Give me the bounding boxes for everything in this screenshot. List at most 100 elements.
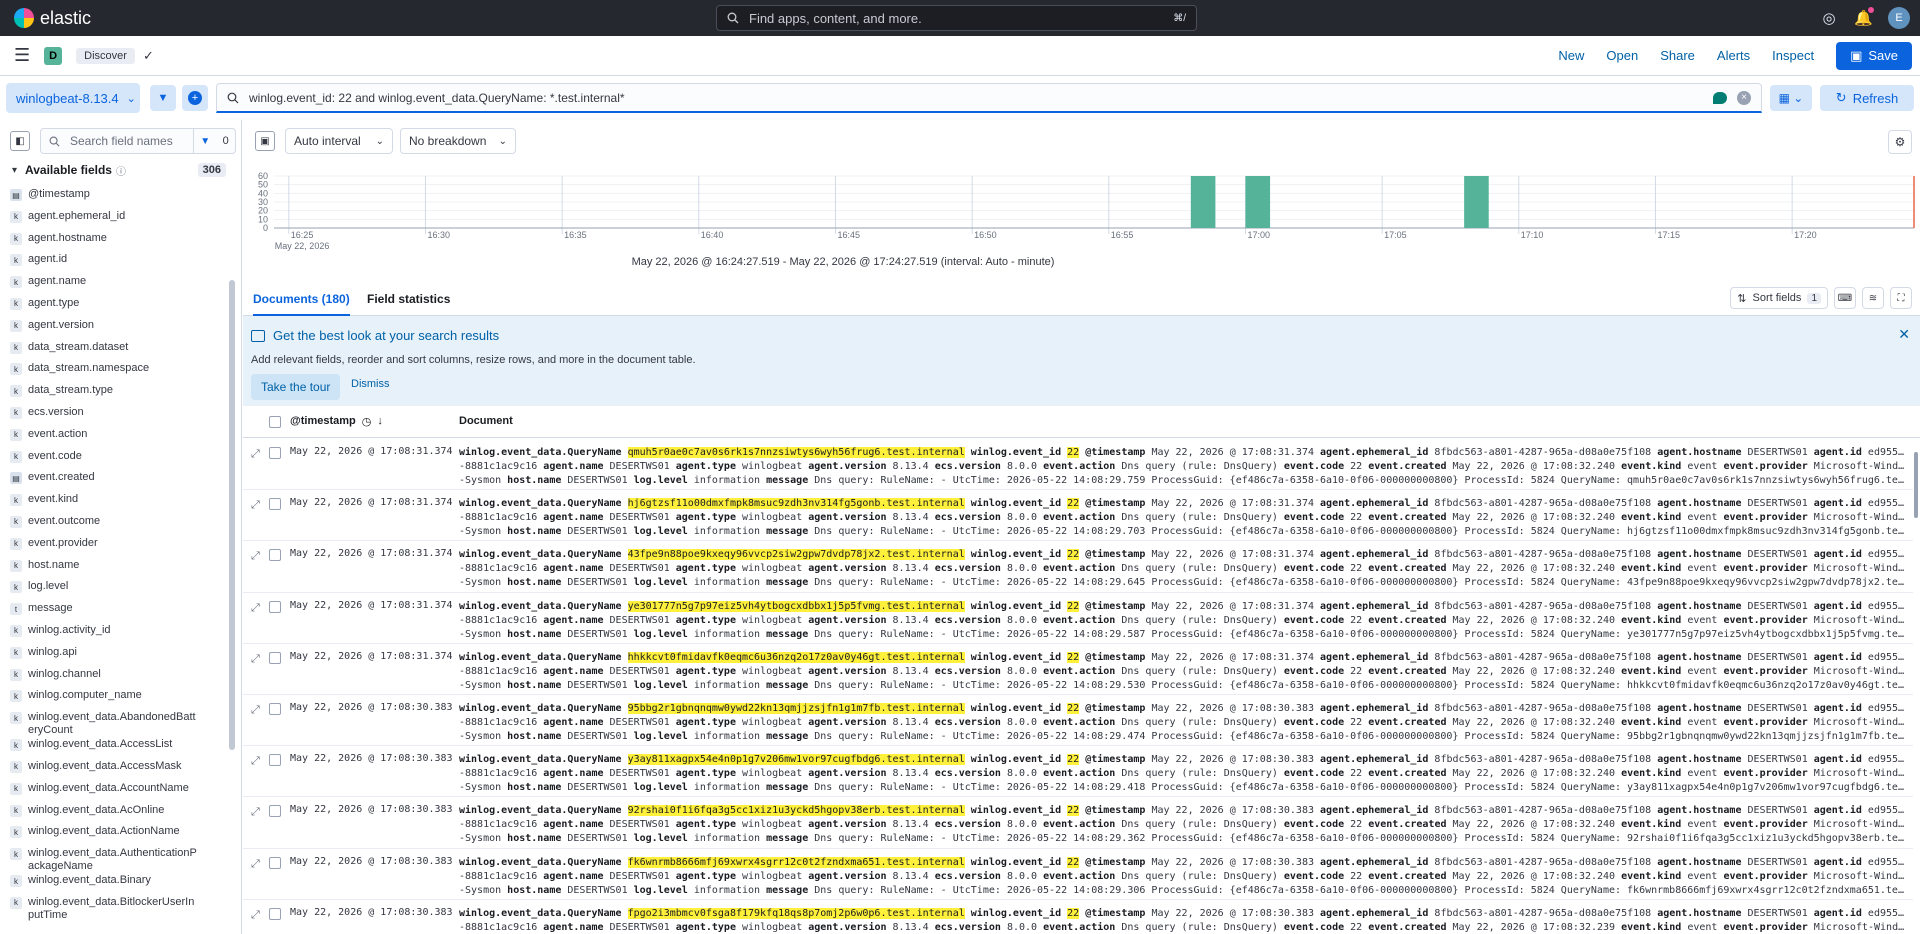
expand-icon[interactable]: ⤢ [251,909,260,922]
field-item[interactable]: k winlog.event_data.AuthenticationPackage… [0,846,228,873]
field-item[interactable]: k winlog.event_data.AbandonedBatteryCount [0,710,228,737]
field-item[interactable]: k agent.hostname [0,231,228,253]
field-item[interactable]: k event.code [0,449,228,471]
field-item[interactable]: k data_stream.type [0,383,228,405]
field-item[interactable]: k winlog.activity_id [0,623,228,645]
breadcrumb-discover[interactable]: Discover [76,47,135,64]
table-row[interactable]: ⤢ May 22, 2026 @ 17:08:31.374 winlog.eve… [243,439,1913,491]
save-button[interactable]: ▣ Save [1836,41,1912,70]
display-settings-icon[interactable]: ≋ [1862,287,1884,309]
field-item[interactable]: k log.level [0,579,228,601]
field-item[interactable]: k winlog.event_data.AccessList [0,737,228,759]
field-item[interactable]: k winlog.api [0,645,228,667]
expand-icon[interactable]: ⤢ [251,448,260,461]
field-item[interactable]: k winlog.event_data.Binary [0,873,228,895]
clear-icon[interactable]: × [1737,90,1751,105]
expand-icon[interactable]: ⤢ [251,858,260,871]
field-item[interactable]: k winlog.event_data.AccountName [0,781,228,803]
share-link[interactable]: Share [1660,48,1695,63]
field-item[interactable]: k agent.ephemeral_id [0,209,228,231]
table-row[interactable]: ⤢ May 22, 2026 @ 17:08:30.383 winlog.eve… [243,900,1913,934]
field-item[interactable]: k agent.id [0,252,228,274]
field-item[interactable]: k event.action [0,427,228,449]
field-item[interactable]: k agent.type [0,296,228,318]
table-row[interactable]: ⤢ May 22, 2026 @ 17:08:31.374 winlog.eve… [243,644,1913,695]
date-picker-button[interactable]: ▦ ⌄ [1770,85,1812,111]
field-item[interactable]: k winlog.channel [0,667,228,689]
table-scrollbar[interactable] [1914,452,1918,518]
row-checkbox[interactable] [269,856,281,869]
table-row[interactable]: ⤢ May 22, 2026 @ 17:08:31.374 winlog.eve… [243,541,1913,593]
available-fields-header[interactable]: ▾ Available fields ⓘ 306 [0,160,242,180]
table-row[interactable]: ⤢ May 22, 2026 @ 17:08:30.383 winlog.eve… [243,797,1913,849]
row-checkbox[interactable] [269,907,281,920]
collapse-chart-icon[interactable]: ▣ [255,131,275,151]
filter-menu-button[interactable]: ▼ [150,85,176,111]
tab-field-statistics[interactable]: Field statistics [367,282,450,316]
histogram-bar[interactable] [1464,176,1489,228]
elastic-logo[interactable]: elastic [14,8,91,29]
inspect-link[interactable]: Inspect [1772,48,1814,63]
breakdown-select[interactable]: No breakdown ⌄ [400,128,516,154]
histogram-bar[interactable] [1190,176,1216,228]
field-item[interactable]: k agent.name [0,274,228,296]
field-search-input[interactable]: Search field names ▼ 0 [40,128,236,154]
table-row[interactable]: ⤢ May 22, 2026 @ 17:08:30.383 winlog.eve… [243,695,1913,747]
global-search-input[interactable]: Find apps, content, and more. ⌘/ [716,5,1197,31]
field-item[interactable]: k data_stream.dataset [0,340,228,362]
keyboard-icon[interactable]: ⌨ [1834,287,1856,309]
expand-icon[interactable]: ⤢ [251,499,260,512]
field-item[interactable]: k event.kind [0,492,228,514]
row-checkbox[interactable] [269,600,281,613]
menu-icon[interactable]: ☰ [14,45,30,66]
row-checkbox[interactable] [269,702,281,715]
sidebar-toggle-icon[interactable]: ◧ [10,131,30,151]
dismiss-button[interactable]: Dismiss [351,378,390,390]
field-item[interactable]: k winlog.event_data.AccessMask [0,759,228,781]
row-checkbox[interactable] [269,447,281,459]
expand-icon[interactable]: ⤢ [251,755,260,768]
kql-query-input[interactable]: winlog.event_id: 22 and winlog.event_dat… [216,83,1762,113]
select-all-checkbox[interactable] [269,416,281,428]
field-item[interactable]: k winlog.event_data.AcOnline [0,803,228,825]
row-checkbox[interactable] [269,549,281,562]
field-item[interactable]: k ecs.version [0,405,228,427]
field-item[interactable]: ▤ event.created [0,470,228,492]
dataview-picker[interactable]: winlogbeat-8.13.4 ⌄ [6,83,140,113]
close-icon[interactable]: ✕ [1898,326,1910,343]
open-link[interactable]: Open [1606,48,1638,63]
interval-select[interactable]: Auto interval ⌄ [285,128,393,154]
field-item[interactable]: k host.name [0,558,228,580]
expand-icon[interactable]: ⤢ [251,806,260,819]
take-tour-button[interactable]: Take the tour [251,374,341,400]
sort-fields-button[interactable]: ⇅ Sort fields 1 [1730,287,1828,309]
histogram-bar[interactable] [1245,176,1271,228]
expand-icon[interactable]: ⤢ [251,602,260,615]
field-item[interactable]: k winlog.event_data.BitlockerUserInputTim… [0,895,228,922]
table-row[interactable]: ⤢ May 22, 2026 @ 17:08:30.383 winlog.eve… [243,746,1913,798]
notifications-icon[interactable]: 🔔 [1854,7,1874,27]
timestamp-column-header[interactable]: @timestamp ◷ ↓ [290,415,383,428]
field-item[interactable]: k event.outcome [0,514,228,536]
expand-icon[interactable]: ⤢ [251,704,260,717]
chart-settings-icon[interactable]: ⚙ [1888,130,1912,154]
table-row[interactable]: ⤢ May 22, 2026 @ 17:08:31.374 winlog.eve… [243,593,1913,644]
alerts-link[interactable]: Alerts [1717,48,1750,63]
row-checkbox[interactable] [269,498,281,511]
expand-icon[interactable]: ⤢ [251,653,260,666]
tab-documents[interactable]: Documents (180) [253,282,350,316]
expand-icon[interactable]: ⤢ [251,550,260,563]
new-link[interactable]: New [1558,48,1584,63]
table-row[interactable]: ⤢ May 22, 2026 @ 17:08:31.374 winlog.eve… [243,490,1913,542]
space-avatar[interactable]: D [44,46,63,65]
field-item[interactable]: k data_stream.namespace [0,361,228,383]
table-row[interactable]: ⤢ May 22, 2026 @ 17:08:30.383 winlog.eve… [243,849,1913,900]
field-item[interactable]: t message [0,601,228,623]
field-item[interactable]: ▤ @timestamp [0,187,228,209]
assistant-icon[interactable] [1713,91,1727,104]
refresh-button[interactable]: ↻ Refresh [1820,85,1914,111]
field-item[interactable]: k agent.version [0,318,228,340]
fullscreen-icon[interactable]: ⛶ [1890,287,1912,309]
document-column-header[interactable]: Document [459,415,513,427]
help-icon[interactable]: ◎ [1820,9,1838,27]
